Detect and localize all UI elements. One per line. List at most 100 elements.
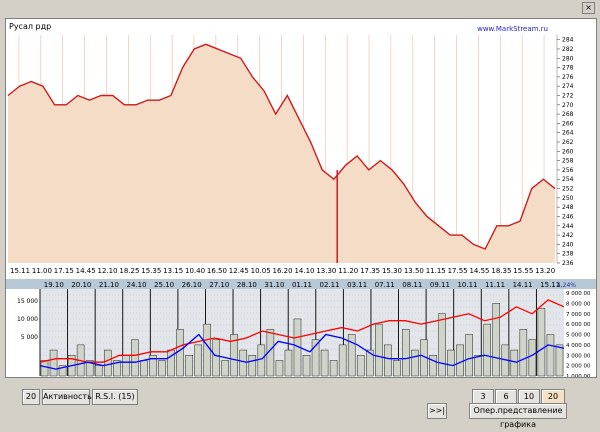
price-x-label: 12.10 (98, 267, 118, 275)
volume-bar (131, 339, 139, 377)
price-y-label: 264 (562, 130, 574, 137)
price-x-label: 11.00 (32, 267, 52, 275)
activity-button[interactable]: Активность (42, 389, 92, 405)
price-y-label: 280 (562, 55, 574, 62)
price-x-label: 13.20 (535, 267, 555, 275)
price-x-label: 11.15 (426, 267, 446, 275)
price-x-label: 13.50 (404, 267, 424, 275)
volume-x-label: 15.11 (540, 281, 560, 289)
volume-right-label: 2 000 00 (566, 364, 591, 370)
price-y-label: 270 (562, 102, 574, 109)
volume-x-label: 24.10 (127, 281, 147, 289)
price-y-label: 268 (562, 111, 574, 118)
price-x-label: 15.35 (141, 267, 161, 275)
volume-bar (103, 349, 112, 377)
price-y-label: 278 (562, 65, 574, 72)
volume-bar (393, 360, 401, 377)
volume-bar (465, 334, 473, 377)
volume-bar (384, 344, 392, 377)
price-x-label: 17.35 (360, 267, 380, 275)
price-x-label: 15.30 (382, 267, 402, 275)
price-y-label: 258 (562, 158, 574, 165)
volume-right-label: 6 000 00 (566, 322, 591, 328)
volume-bar (194, 344, 202, 377)
volume-x-label: 08.11 (402, 281, 422, 289)
price-y-label: 282 (562, 46, 574, 53)
chart-title: Русал рдр (9, 22, 51, 31)
price-x-label: 13.15 (163, 267, 183, 275)
price-x-label: 15.11 (10, 267, 30, 275)
volume-bar (221, 360, 229, 377)
price-y-label: 274 (562, 83, 574, 90)
price-x-label: 11.20 (338, 267, 358, 275)
price-y-label: 284 (562, 37, 574, 44)
volume-bar (429, 355, 437, 377)
scroll-end-button[interactable]: >>| (427, 403, 447, 419)
volume-bar (402, 329, 410, 377)
volume-left-label: 10 000 (17, 316, 38, 323)
price-y-label: 246 (562, 213, 574, 220)
volume-right-label: 9 000 00 (566, 291, 591, 297)
operative-view-button[interactable]: Опер.представление графика (469, 403, 567, 429)
volume-bar (185, 355, 193, 377)
price-y-label: 238 (562, 251, 574, 258)
window-titlebar: × (0, 0, 600, 14)
volume-right-label: 8 000 00 (566, 301, 591, 307)
price-x-label: 18.35 (491, 267, 511, 275)
price-y-label: 242 (562, 232, 574, 239)
volume-bar (94, 365, 103, 377)
count-button[interactable]: 20 (22, 389, 40, 405)
price-x-label: 13.30 (316, 267, 336, 275)
price-y-label: 256 (562, 167, 574, 174)
volume-x-label: 03.11 (347, 281, 367, 289)
volume-bar (537, 308, 546, 377)
volume-bar (320, 349, 329, 377)
volume-bar (257, 344, 266, 377)
volume-bar (203, 323, 211, 377)
volume-left-label: 5 000 (21, 334, 38, 341)
volume-right-label: 4 000 00 (566, 343, 591, 349)
volume-x-label: 11.11 (485, 281, 505, 289)
price-y-label: 266 (562, 120, 574, 127)
volume-x-label: 07.11 (375, 281, 395, 289)
volume-bar (176, 329, 184, 377)
volume-bar (302, 355, 311, 377)
volume-x-label: 27.10 (209, 281, 229, 289)
volume-right-label: 7 000 00 (566, 312, 591, 318)
price-x-label: 17.55 (448, 267, 468, 275)
volume-bar (375, 323, 383, 377)
volume-bar (49, 349, 58, 377)
volume-bar (158, 360, 166, 377)
volume-x-label: 28.10 (237, 281, 257, 289)
volume-bar (510, 349, 519, 377)
volume-x-label: 14.11 (513, 281, 533, 289)
volume-bar (411, 349, 419, 377)
price-x-label: 18.25 (119, 267, 139, 275)
volume-x-label: 31.10 (264, 281, 284, 289)
price-x-label: 12.45 (229, 267, 249, 275)
volume-bar (284, 349, 293, 377)
volume-bar (483, 323, 491, 377)
volume-bar (528, 339, 537, 377)
volume-bar (122, 355, 130, 377)
price-y-label: 252 (562, 186, 574, 193)
rsi-button[interactable]: R.S.I. (15) (92, 389, 138, 405)
volume-x-label: 25.10 (154, 281, 174, 289)
price-x-label: 16.50 (207, 267, 227, 275)
price-x-label: 14.10 (294, 267, 314, 275)
price-x-label: 17.15 (54, 267, 74, 275)
price-y-label: 236 (562, 260, 574, 267)
volume-x-label: 20.10 (71, 281, 91, 289)
price-x-label: 16.20 (273, 267, 293, 275)
volume-x-label: 21.10 (99, 281, 119, 289)
volume-x-label: 10.11 (457, 281, 477, 289)
volume-right-label: 1 000 00 (566, 374, 591, 377)
volume-bar (447, 349, 455, 377)
price-y-label: 254 (562, 176, 574, 183)
close-icon[interactable]: × (582, 2, 595, 14)
chart-svg: Русал рдр www.MarkStream.ru 284 282 280 278 27… (6, 22, 596, 377)
volume-bar (546, 334, 555, 377)
volume-right-label: 5 000 00 (566, 333, 591, 339)
volume-bar (239, 349, 248, 377)
volume-bar (555, 344, 564, 377)
